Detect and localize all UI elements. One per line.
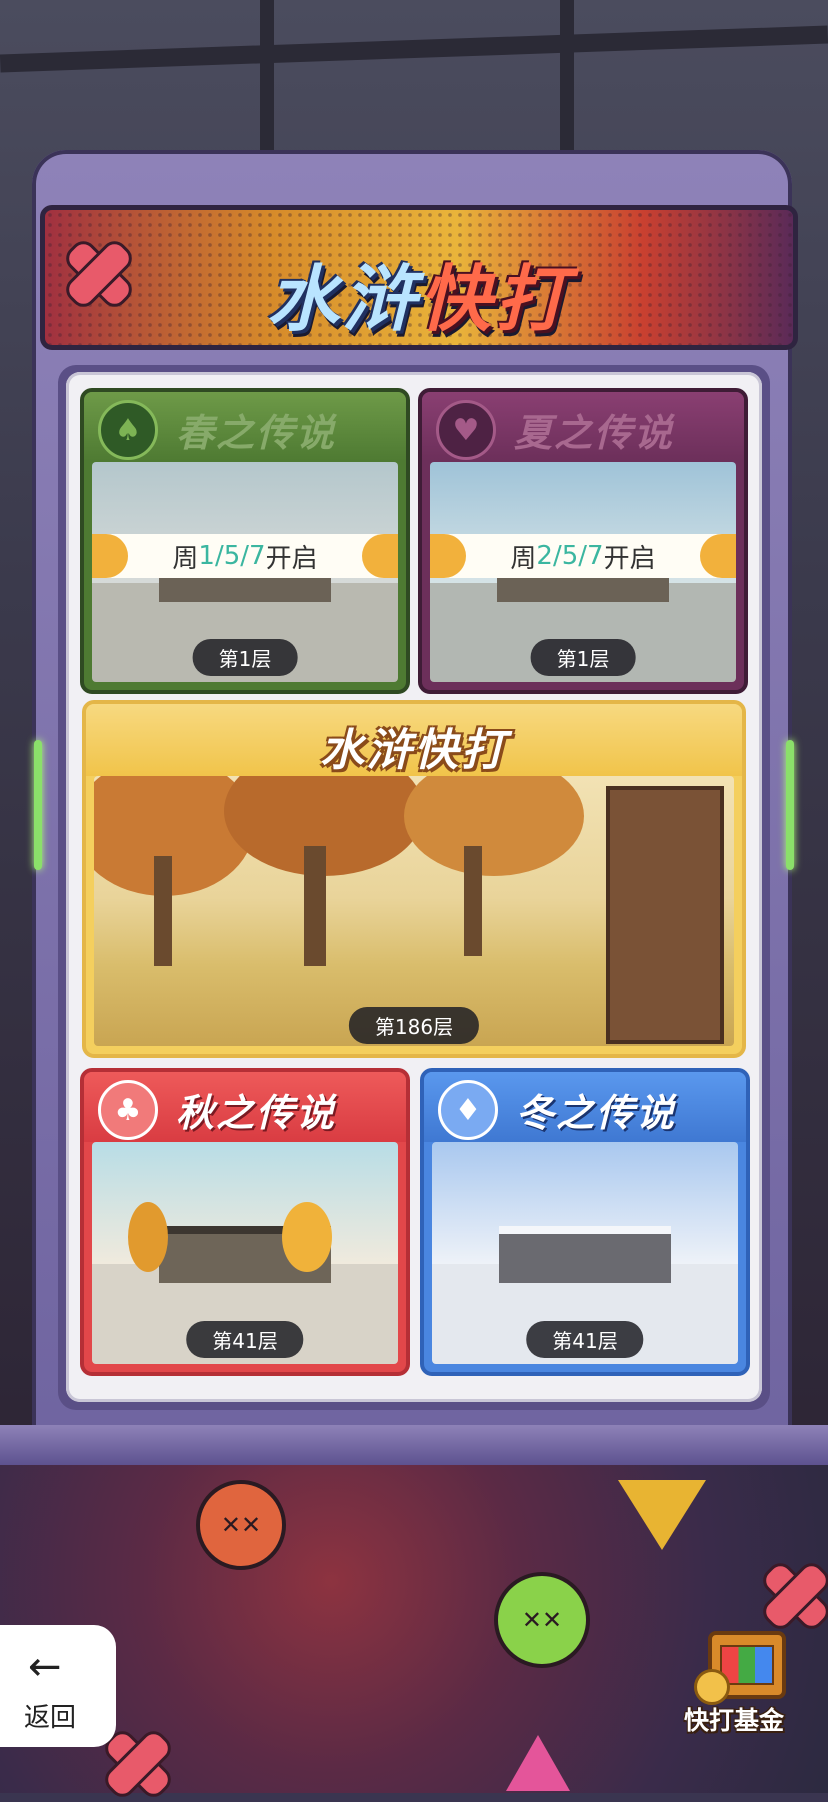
- open-days-banner: 周 2/5/7 开启: [430, 534, 736, 578]
- card-title: 春之传说: [176, 411, 337, 455]
- triangle-icon: [506, 1735, 570, 1791]
- card-title: 夏之传说: [514, 411, 675, 455]
- triangle-icon: [618, 1480, 706, 1550]
- club-icon: ♣: [98, 1080, 158, 1140]
- marquee: 水浒快打: [40, 205, 798, 350]
- dizzy-face-icon: ✕✕: [196, 1480, 286, 1570]
- coin-icon: [694, 1669, 730, 1705]
- spade-icon: ♠: [98, 400, 158, 460]
- floor-badge: 第41层: [526, 1321, 644, 1358]
- card-winter[interactable]: ♦ 冬之传说 第41层: [420, 1068, 750, 1376]
- side-light: [34, 740, 42, 870]
- game-logo: 水浒快打: [266, 257, 572, 341]
- arrow-left-icon: ←: [28, 1644, 62, 1690]
- ceiling-beam: [560, 0, 574, 150]
- dizzy-face-icon: ✕✕: [494, 1572, 590, 1668]
- card-title: 水浒快打: [320, 725, 508, 776]
- card-title: 冬之传说: [516, 1091, 677, 1135]
- floor-badge: 第1层: [530, 639, 636, 676]
- fund-label: 快打基金: [684, 1706, 785, 1735]
- floor-badge: 第1层: [192, 639, 298, 676]
- fund-button[interactable]: 快打基金: [680, 1625, 810, 1755]
- card-autumn[interactable]: ♣ 秋之传说 第41层: [80, 1068, 410, 1376]
- card-spring[interactable]: ♠ 春之传说 周 1/5/7 开启 第1层: [80, 388, 410, 694]
- floor-badge: 第41层: [186, 1321, 304, 1358]
- scene-image: [94, 776, 734, 1046]
- heart-icon: ♥: [436, 400, 496, 460]
- back-button[interactable]: ← 返回: [0, 1625, 116, 1747]
- cabinet-ledge: [0, 1425, 828, 1465]
- diamond-icon: ♦: [438, 1080, 498, 1140]
- side-light: [786, 740, 794, 870]
- back-label: 返回: [24, 1703, 77, 1733]
- ceiling-beam: [260, 0, 274, 150]
- floor-badge: 第186层: [348, 1007, 480, 1044]
- card-summer[interactable]: ♥ 夏之传说 周 2/5/7 开启 第1层: [418, 388, 748, 694]
- card-main[interactable]: 水浒快打 第186层: [82, 700, 746, 1058]
- card-title: 秋之传说: [176, 1091, 337, 1135]
- wooden-gate: [606, 786, 724, 1044]
- open-days-banner: 周 1/5/7 开启: [92, 534, 398, 578]
